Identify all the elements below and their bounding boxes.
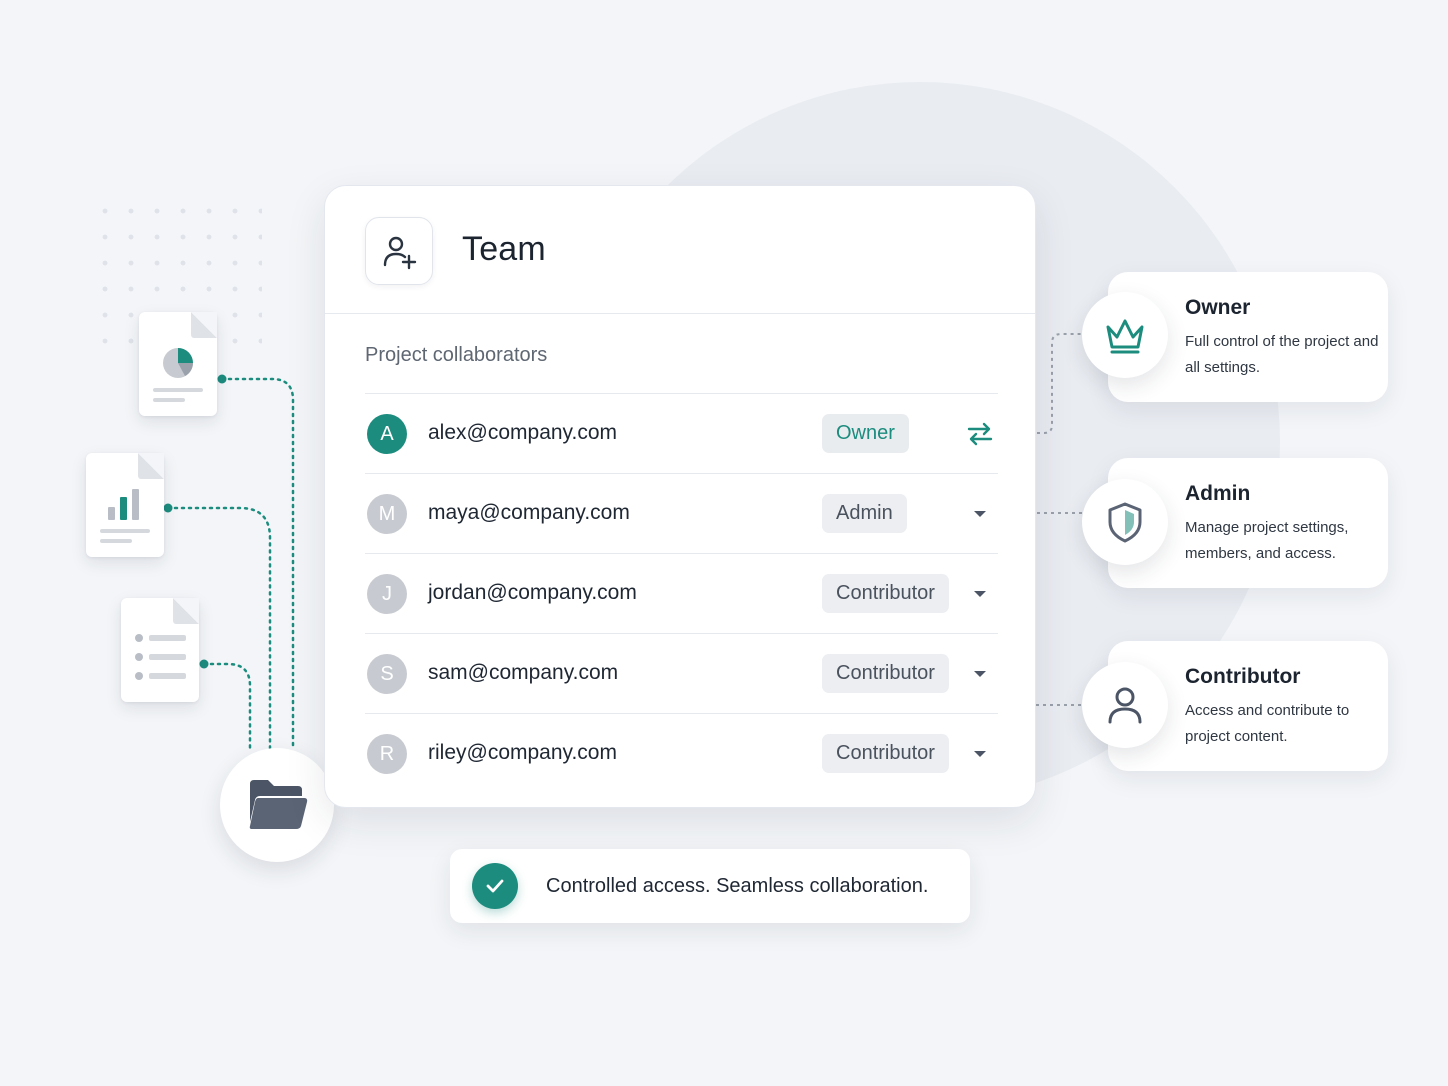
avatar: J [367, 574, 407, 614]
avatar: A [367, 414, 407, 454]
team-card: Team Project collaborators Aalex@company… [324, 185, 1036, 808]
member-email: maya@company.com [428, 501, 630, 524]
team-header: Team [325, 186, 1035, 314]
role-name: Admin [1185, 482, 1251, 505]
check-icon [472, 863, 518, 909]
table-row[interactable]: Rriley@company.com Contributor [365, 713, 998, 793]
section-label: Project collaborators [365, 344, 548, 366]
chevron-down-icon[interactable] [965, 660, 995, 688]
table-row[interactable]: Jjordan@company.com Contributor [365, 553, 998, 633]
role-description: Access and contribute to project content… [1185, 702, 1350, 745]
role-name: Owner [1185, 296, 1251, 319]
list-document-icon [121, 598, 199, 702]
role-select[interactable]: Contributor [822, 654, 949, 693]
folder-icon [220, 748, 334, 862]
shield-icon [1082, 479, 1168, 565]
table-row[interactable]: Aalex@company.com Owner [365, 393, 998, 473]
role-description: Full control of the project and all sett… [1185, 333, 1379, 376]
crown-icon [1082, 292, 1168, 378]
avatar: S [367, 654, 407, 694]
table-row[interactable]: Ssam@company.com Contributor [365, 633, 998, 713]
banner-text: Controlled access. Seamless collaboratio… [546, 875, 929, 897]
role-name: Contributor [1185, 665, 1301, 688]
chevron-down-icon[interactable] [965, 740, 995, 768]
member-email: sam@company.com [428, 661, 619, 684]
add-user-icon [383, 236, 417, 270]
member-email: jordan@company.com [428, 581, 637, 604]
add-user-button[interactable] [365, 217, 433, 285]
member-email: alex@company.com [428, 421, 617, 444]
user-icon [1082, 662, 1168, 748]
member-email: riley@company.com [428, 741, 617, 764]
role-select[interactable]: Contributor [822, 574, 949, 613]
table-row[interactable]: Mmaya@company.com Admin [365, 473, 998, 553]
swap-arrows-icon[interactable] [965, 420, 995, 448]
role-select[interactable]: Owner [822, 414, 909, 453]
role-description: Manage project settings, members, and ac… [1185, 519, 1349, 562]
status-banner: Controlled access. Seamless collaboratio… [450, 849, 970, 923]
bar-chart-document-icon [86, 453, 164, 557]
pie-chart-document-icon [139, 312, 217, 416]
chevron-down-icon[interactable] [965, 580, 995, 608]
role-select[interactable]: Contributor [822, 734, 949, 773]
avatar: R [367, 734, 407, 774]
collaborator-list: Aalex@company.com Owner Mmaya@company.com A… [365, 393, 998, 793]
avatar: M [367, 494, 407, 534]
chevron-down-icon[interactable] [965, 500, 995, 528]
page-title: Team [462, 230, 546, 268]
role-select[interactable]: Admin [822, 494, 907, 533]
